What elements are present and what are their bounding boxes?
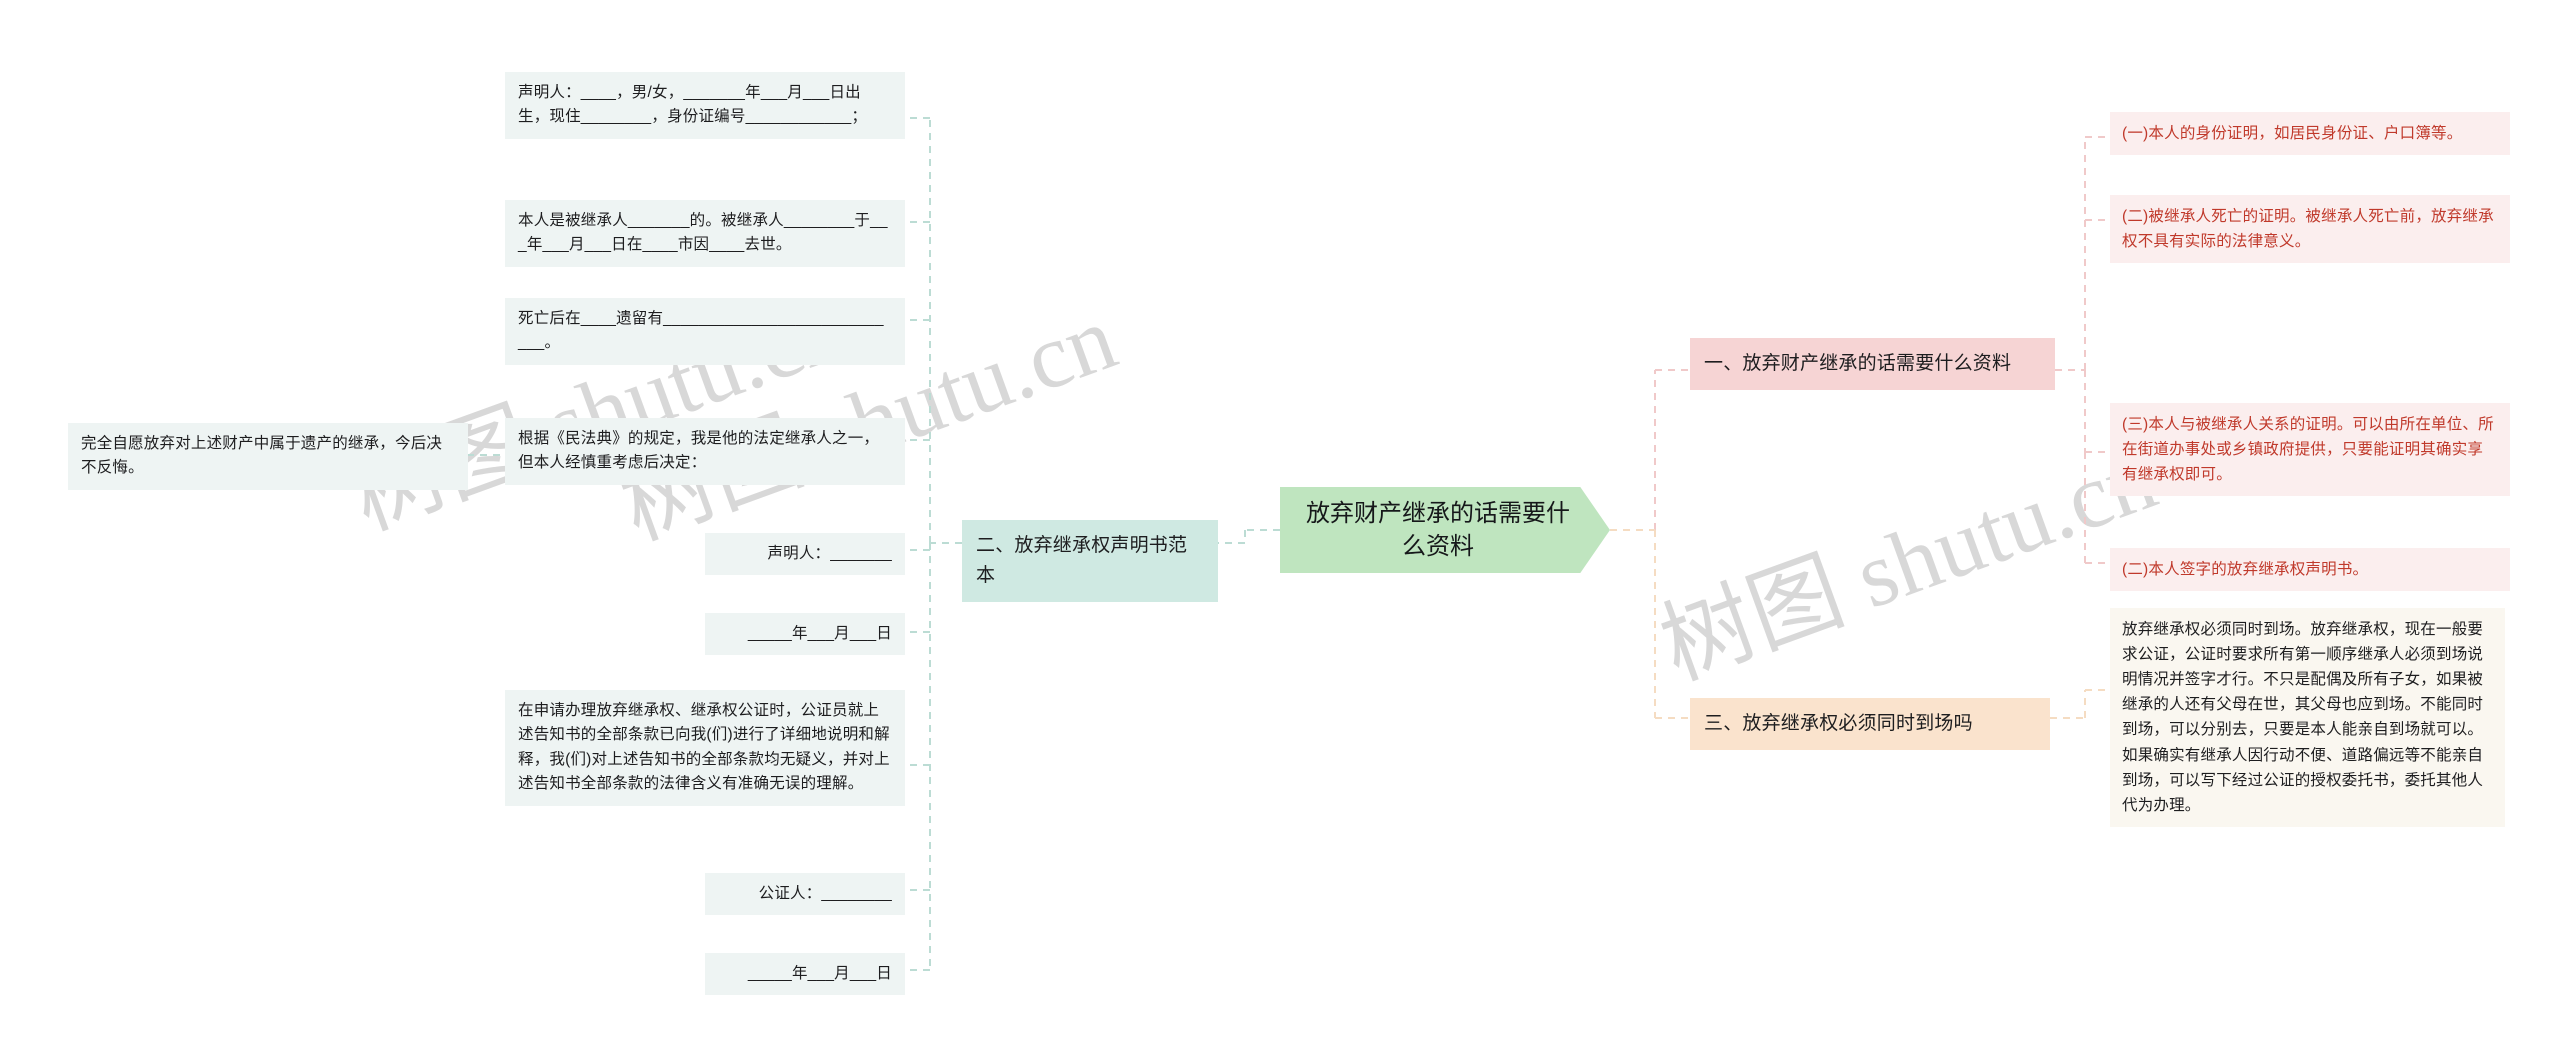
branch-node-2[interactable]: 二、放弃继承权声明书范本 bbox=[962, 520, 1218, 603]
watermark: 树图 shutu.cn bbox=[1648, 426, 2169, 699]
branch-2-leaf-1[interactable]: 声明人：____，男/女，_______年___月___日出生，现住______… bbox=[505, 72, 905, 139]
mindmap-canvas: 树图 shutu.cn 树图 shutu.cn 树图 shutu.cn bbox=[0, 0, 2560, 1053]
branch-2-leaf-3[interactable]: 死亡后在____遗留有____________________________。 bbox=[505, 298, 905, 365]
branch-2-leaf-8[interactable]: 公证人：________ bbox=[705, 873, 905, 916]
center-node[interactable]: 放弃财产继承的话需要什么资料 bbox=[1280, 487, 1610, 573]
branch-2-leaf-5[interactable]: 声明人：_______ bbox=[705, 533, 905, 576]
branch-node-3[interactable]: 三、放弃继承权必须同时到场吗 bbox=[1690, 698, 2050, 751]
center-node-label: 放弃财产继承的话需要什么资料 bbox=[1306, 499, 1570, 560]
branch-2-leaf-9[interactable]: _____年___月___日 bbox=[705, 953, 905, 996]
branch-1-leaf-4[interactable]: (二)本人签字的放弃继承权声明书。 bbox=[2110, 548, 2510, 592]
branch-2-grandchild-1[interactable]: 完全自愿放弃对上述财产中属于遗产的继承，今后决不反悔。 bbox=[68, 423, 468, 490]
branch-1-leaf-3[interactable]: (三)本人与被继承人关系的证明。可以由所在单位、所在街道办事处或乡镇政府提供，只… bbox=[2110, 403, 2510, 497]
branch-1-leaf-2[interactable]: (二)被继承人死亡的证明。被继承人死亡前，放弃继承权不具有实际的法律意义。 bbox=[2110, 195, 2510, 264]
branch-2-leaf-6[interactable]: _____年___月___日 bbox=[705, 613, 905, 656]
branch-2-leaf-4[interactable]: 根据《民法典》的规定，我是他的法定继承人之一，但本人经慎重考虑后决定： bbox=[505, 418, 905, 485]
branch-3-leaf-1[interactable]: 放弃继承权必须同时到场。放弃继承权，现在一般要求公证，公证时要求所有第一顺序继承… bbox=[2110, 608, 2505, 827]
branch-1-leaf-1[interactable]: (一)本人的身份证明，如居民身份证、户口簿等。 bbox=[2110, 112, 2510, 156]
branch-2-leaf-7[interactable]: 在申请办理放弃继承权、继承权公证时，公证员就上述告知书的全部条款已向我(们)进行… bbox=[505, 690, 905, 806]
branch-2-leaf-2[interactable]: 本人是被继承人_______的。被继承人________于___年___月___… bbox=[505, 200, 905, 267]
branch-node-1[interactable]: 一、放弃财产继承的话需要什么资料 bbox=[1690, 338, 2055, 391]
